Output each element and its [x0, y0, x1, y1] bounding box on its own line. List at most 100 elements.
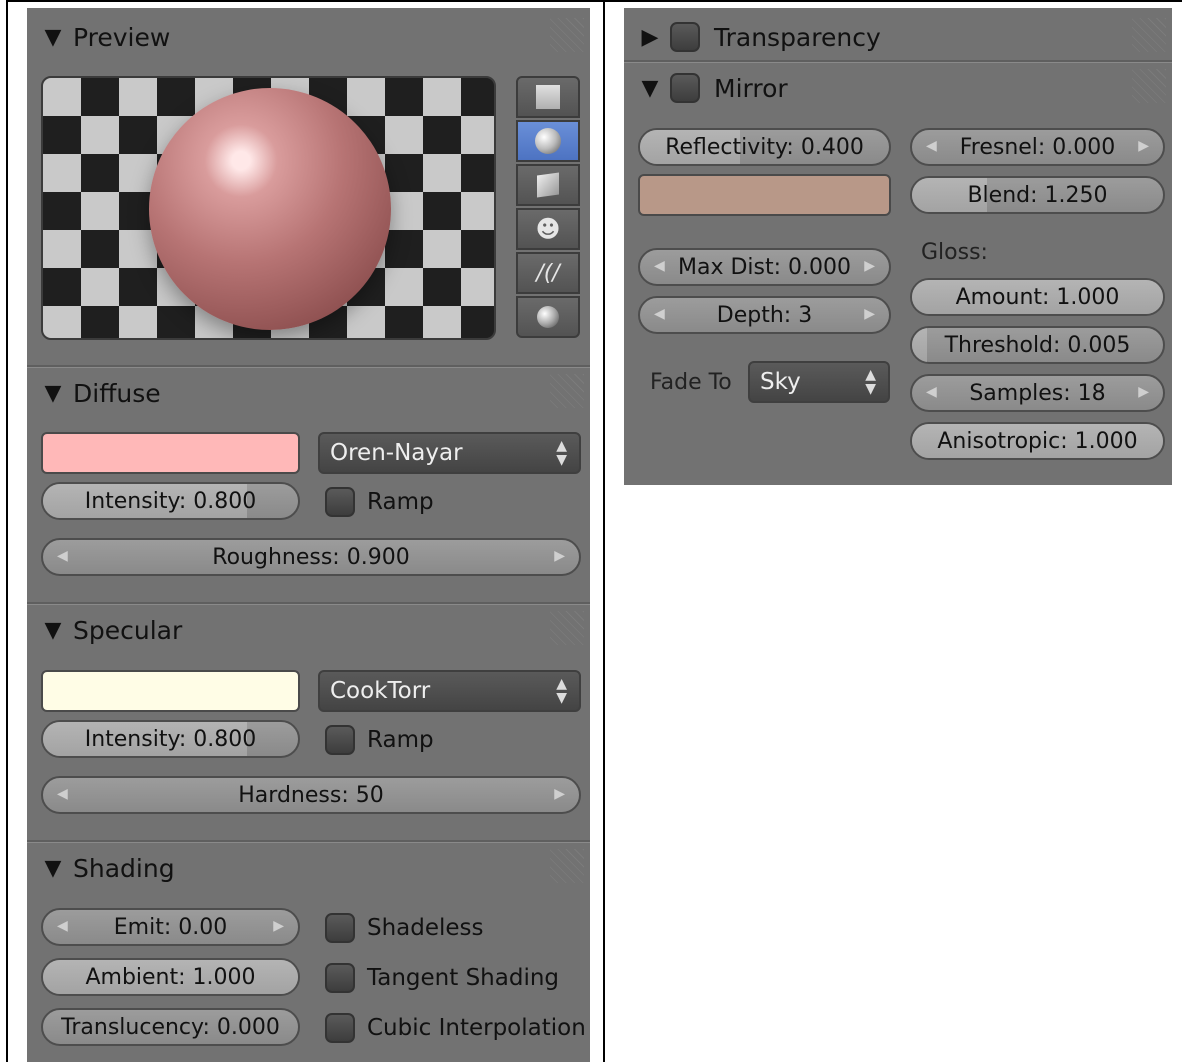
transparency-checkbox[interactable] [670, 22, 700, 52]
panel-grip-icon[interactable] [550, 849, 584, 883]
max-dist-label: Max Dist: 0.000 [677, 254, 851, 280]
gloss-samples-field[interactable]: ◀ Samples: 18 ▶ [910, 374, 1165, 412]
reflectivity-slider[interactable]: Reflectivity: 0.400 [638, 128, 891, 166]
increment-arrow-icon[interactable]: ▶ [554, 786, 565, 802]
material-properties-right: ▶ Transparency ▼ Mirror Reflectivity: 0.… [624, 8, 1172, 485]
monkey-icon: ☻ [535, 215, 561, 243]
roughness-field[interactable]: ◀ Roughness: 0.900 ▶ [41, 538, 581, 576]
fresnel-field[interactable]: ◀ Fresnel: 0.000 ▶ [910, 128, 1165, 166]
preview-header[interactable]: ▼ Preview [27, 12, 590, 62]
preview-sphere [149, 88, 391, 330]
cubic-interpolation-checkbox[interactable]: Cubic Interpolation [325, 1013, 586, 1043]
decrement-arrow-icon[interactable]: ◀ [926, 138, 937, 154]
specular-title: Specular [73, 615, 183, 645]
diffuse-header[interactable]: ▼ Diffuse [27, 368, 590, 418]
shadeless-checkbox[interactable]: Shadeless [325, 913, 484, 943]
diffuse-ramp-checkbox[interactable]: Ramp [325, 487, 434, 517]
collapse-triangle-icon: ▼ [44, 617, 62, 643]
specular-intensity-label: Intensity: 0.800 [84, 726, 257, 752]
max-dist-field[interactable]: ◀ Max Dist: 0.000 ▶ [638, 248, 891, 286]
gloss-label: Gloss: [921, 240, 988, 265]
gloss-amount-slider[interactable]: Amount: 1.000 [910, 278, 1165, 316]
increment-arrow-icon[interactable]: ▶ [273, 918, 284, 934]
decrement-arrow-icon[interactable]: ◀ [57, 786, 68, 802]
gloss-amount-label: Amount: 1.000 [955, 284, 1120, 310]
diffuse-color-swatch[interactable] [41, 432, 300, 474]
increment-arrow-icon[interactable]: ▶ [1138, 138, 1149, 154]
preview-cube-button[interactable] [516, 164, 580, 206]
specular-header[interactable]: ▼ Specular [27, 605, 590, 655]
panel-grip-icon[interactable] [1132, 18, 1166, 52]
shading-title: Shading [73, 853, 175, 883]
sphere-atom-icon [537, 306, 559, 328]
panel-grip-icon[interactable] [550, 18, 584, 52]
updown-arrows-icon: ▲ ▼ [556, 438, 567, 468]
blend-slider[interactable]: Blend: 1.250 [910, 176, 1165, 214]
roughness-label: Roughness: 0.900 [212, 544, 410, 570]
checkbox-box [325, 963, 355, 993]
fade-to-value: Sky [760, 369, 801, 395]
transparency-header[interactable]: ▶ Transparency [624, 12, 1172, 62]
checkbox-box [325, 725, 355, 755]
depth-label: Depth: 3 [716, 302, 813, 328]
mirror-checkbox[interactable] [670, 73, 700, 103]
checkbox-box [325, 487, 355, 517]
specular-shader-dropdown[interactable]: CookTorr ▲ ▼ [318, 670, 581, 712]
diffuse-shader-dropdown[interactable]: Oren-Nayar ▲ ▼ [318, 432, 581, 474]
ambient-slider[interactable]: Ambient: 1.000 [41, 958, 300, 996]
mirror-header[interactable]: ▼ Mirror [624, 63, 1172, 113]
material-properties-left: ▼ Preview ☻ /(/ ▼ Diffuse Oren-Nayar ▲ ▼ … [27, 8, 590, 1062]
preview-title: Preview [73, 22, 171, 52]
increment-arrow-icon[interactable]: ▶ [554, 548, 565, 564]
panel-grip-icon[interactable] [1132, 69, 1166, 103]
ambient-label: Ambient: 1.000 [85, 964, 256, 990]
plane-icon [536, 85, 560, 109]
diffuse-intensity-slider[interactable]: Intensity: 0.800 [41, 482, 300, 520]
hardness-field[interactable]: ◀ Hardness: 50 ▶ [41, 776, 581, 814]
translucency-slider[interactable]: Translucency: 0.000 [41, 1008, 300, 1046]
cell-border-left [6, 0, 8, 1062]
preview-plane-button[interactable] [516, 76, 580, 118]
decrement-arrow-icon[interactable]: ◀ [654, 258, 665, 274]
reflectivity-label: Reflectivity: 0.400 [665, 134, 864, 160]
specular-intensity-slider[interactable]: Intensity: 0.800 [41, 720, 300, 758]
anisotropic-label: Anisotropic: 1.000 [937, 428, 1138, 454]
fade-to-label: Fade To [650, 370, 732, 395]
decrement-arrow-icon[interactable]: ◀ [57, 548, 68, 564]
preview-hair-button[interactable]: /(/ [516, 252, 580, 294]
specular-color-swatch[interactable] [41, 670, 300, 712]
mirror-color-swatch[interactable] [638, 174, 891, 216]
decrement-arrow-icon[interactable]: ◀ [57, 918, 68, 934]
increment-arrow-icon[interactable]: ▶ [864, 306, 875, 322]
preview-render [41, 76, 496, 340]
cell-border-top [6, 0, 1182, 2]
anisotropic-slider[interactable]: Anisotropic: 1.000 [910, 422, 1165, 460]
decrement-arrow-icon[interactable]: ◀ [654, 306, 665, 322]
specular-ramp-label: Ramp [367, 727, 434, 753]
diffuse-intensity-label: Intensity: 0.800 [84, 488, 257, 514]
hardness-label: Hardness: 50 [238, 782, 384, 808]
preview-sphere-button[interactable] [516, 120, 580, 162]
depth-field[interactable]: ◀ Depth: 3 ▶ [638, 296, 891, 334]
fresnel-label: Fresnel: 0.000 [959, 134, 1116, 160]
preview-sphere-atom-button[interactable] [516, 296, 580, 338]
increment-arrow-icon[interactable]: ▶ [1138, 384, 1149, 400]
gloss-threshold-slider[interactable]: Threshold: 0.005 [910, 326, 1165, 364]
shading-header[interactable]: ▼ Shading [27, 843, 590, 893]
preview-monkey-button[interactable]: ☻ [516, 208, 580, 250]
decrement-arrow-icon[interactable]: ◀ [926, 384, 937, 400]
emit-field[interactable]: ◀ Emit: 0.00 ▶ [41, 908, 300, 946]
collapse-triangle-icon: ▼ [44, 380, 62, 406]
increment-arrow-icon[interactable]: ▶ [864, 258, 875, 274]
collapse-triangle-icon: ▼ [44, 855, 62, 881]
specular-shader-value: CookTorr [330, 678, 431, 704]
collapse-triangle-icon: ▼ [641, 75, 659, 101]
translucency-label: Translucency: 0.000 [61, 1014, 280, 1040]
panel-grip-icon[interactable] [550, 611, 584, 645]
panel-grip-icon[interactable] [550, 374, 584, 408]
updown-arrows-icon: ▲ ▼ [865, 367, 876, 397]
slider-fill [912, 328, 928, 362]
fade-to-dropdown[interactable]: Sky ▲ ▼ [748, 361, 890, 403]
specular-ramp-checkbox[interactable]: Ramp [325, 725, 434, 755]
tangent-shading-checkbox[interactable]: Tangent Shading [325, 963, 559, 993]
